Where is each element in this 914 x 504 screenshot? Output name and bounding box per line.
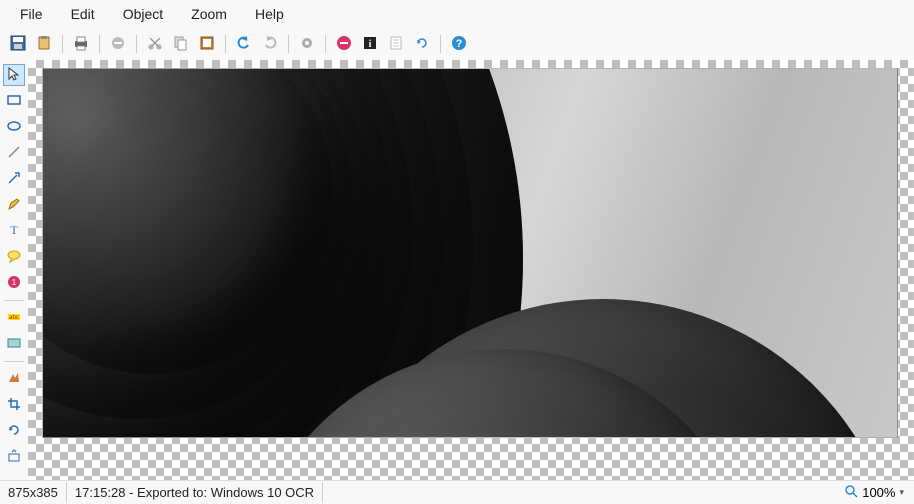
arrow-tool[interactable] <box>3 168 25 190</box>
separator <box>325 35 326 53</box>
document-icon <box>388 35 404 54</box>
main-toolbar: i ? <box>0 28 914 60</box>
blur-icon <box>7 336 21 353</box>
svg-text:?: ? <box>456 38 463 50</box>
save-button[interactable] <box>6 32 30 56</box>
counter-icon: 1 <box>7 275 21 292</box>
separator <box>99 35 100 53</box>
line-icon <box>7 145 21 162</box>
paste-obj-icon <box>199 35 215 54</box>
close-button[interactable] <box>332 32 356 56</box>
close-round-icon <box>336 35 352 54</box>
highlight-tool[interactable]: abc <box>3 307 25 329</box>
gear-icon <box>299 35 315 54</box>
workspace: T 1 abc <box>0 60 914 480</box>
cancel-icon <box>110 35 126 54</box>
menu-edit[interactable]: Edit <box>57 2 109 26</box>
save-icon <box>10 35 26 54</box>
separator <box>4 361 24 362</box>
magnifier-icon <box>844 484 858 501</box>
ellipse-icon <box>7 119 21 136</box>
copy-icon <box>173 35 189 54</box>
separator <box>440 35 441 53</box>
redo-button[interactable] <box>258 32 282 56</box>
counter-tool[interactable]: 1 <box>3 272 25 294</box>
rectangle-icon <box>7 93 21 110</box>
menu-file[interactable]: File <box>6 2 57 26</box>
side-toolbar: T 1 abc <box>0 60 28 480</box>
statusbar: 875x385 17:15:28 - Exported to: Windows … <box>0 480 914 504</box>
svg-text:abc: abc <box>9 315 19 321</box>
menu-object[interactable]: Object <box>109 2 177 26</box>
cursor-icon <box>7 67 21 84</box>
svg-text:T: T <box>10 223 18 237</box>
crop-icon <box>7 397 21 414</box>
highlighter-icon: abc <box>7 310 21 327</box>
effects-tool[interactable] <box>3 368 25 390</box>
svg-text:1: 1 <box>12 278 17 287</box>
line-tool[interactable] <box>3 142 25 164</box>
print-button[interactable] <box>69 32 93 56</box>
settings-button[interactable] <box>295 32 319 56</box>
info-button[interactable]: i <box>358 32 382 56</box>
svg-text:i: i <box>369 39 372 50</box>
obfuscate-tool[interactable] <box>3 333 25 355</box>
refresh-button[interactable] <box>410 32 434 56</box>
scissors-icon <box>147 35 163 54</box>
copy-button[interactable] <box>169 32 193 56</box>
crop-tool[interactable] <box>3 394 25 416</box>
freehand-tool[interactable] <box>3 194 25 216</box>
resize-icon <box>7 449 21 466</box>
document-button[interactable] <box>384 32 408 56</box>
menubar: File Edit Object Zoom Help <box>0 0 914 28</box>
info-icon: i <box>362 35 378 54</box>
effects-icon <box>7 371 21 388</box>
text-tool[interactable]: T <box>3 220 25 242</box>
refresh-icon <box>414 35 430 54</box>
resize-tool[interactable] <box>3 446 25 468</box>
arrow-icon <box>7 171 21 188</box>
undo-button[interactable] <box>232 32 256 56</box>
zoom-level: 100% <box>862 485 895 500</box>
cancel-button[interactable] <box>106 32 130 56</box>
separator <box>288 35 289 53</box>
rotate-icon <box>7 423 21 440</box>
help-button[interactable]: ? <box>447 32 471 56</box>
clipboard-icon <box>36 35 52 54</box>
dropdown-icon: ▾ <box>899 487 904 498</box>
rectangle-tool[interactable] <box>3 90 25 112</box>
pointer-tool[interactable] <box>3 64 25 86</box>
separator <box>136 35 137 53</box>
help-icon: ? <box>451 35 467 54</box>
ellipse-tool[interactable] <box>3 116 25 138</box>
separator <box>4 300 24 301</box>
pencil-icon <box>7 197 21 214</box>
image-content <box>42 68 898 438</box>
paste-obj-button[interactable] <box>195 32 219 56</box>
separator <box>225 35 226 53</box>
menu-help[interactable]: Help <box>241 2 298 26</box>
status-dimensions: 875x385 <box>0 482 67 503</box>
text-icon: T <box>7 223 21 240</box>
separator <box>62 35 63 53</box>
redo-icon <box>262 35 278 54</box>
undo-icon <box>236 35 252 54</box>
status-message: 17:15:28 - Exported to: Windows 10 OCR <box>67 482 323 503</box>
printer-icon <box>73 35 89 54</box>
menu-zoom[interactable]: Zoom <box>177 2 241 26</box>
rotate-tool[interactable] <box>3 420 25 442</box>
cut-button[interactable] <box>143 32 167 56</box>
paste-button[interactable] <box>32 32 56 56</box>
canvas-area[interactable] <box>28 60 914 480</box>
speech-icon <box>7 249 21 266</box>
zoom-control[interactable]: 100% ▾ <box>834 484 914 501</box>
speechbubble-tool[interactable] <box>3 246 25 268</box>
